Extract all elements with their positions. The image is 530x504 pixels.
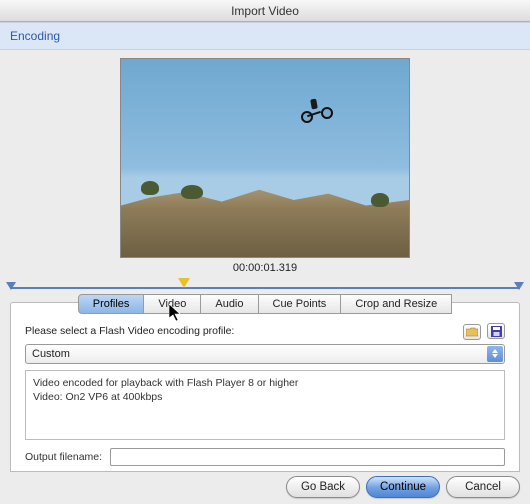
folder-open-icon[interactable] bbox=[463, 324, 481, 340]
output-filename-label: Output filename: bbox=[25, 451, 102, 463]
cancel-button[interactable]: Cancel bbox=[446, 476, 520, 498]
video-preview bbox=[120, 58, 410, 258]
tab-crop-resize[interactable]: Crop and Resize bbox=[341, 294, 452, 314]
go-back-button[interactable]: Go Back bbox=[286, 476, 360, 498]
dialog-footer: Go Back Continue Cancel bbox=[286, 476, 520, 498]
continue-button[interactable]: Continue bbox=[366, 476, 440, 498]
section-header: Encoding bbox=[0, 22, 530, 50]
window-titlebar: Import Video bbox=[0, 0, 530, 22]
timecode: 00:00:01.319 bbox=[233, 262, 297, 274]
dropdown-stepper-icon[interactable] bbox=[487, 346, 503, 362]
tab-video[interactable]: Video bbox=[144, 294, 201, 314]
section-label: Encoding bbox=[10, 29, 60, 43]
floppy-save-icon[interactable] bbox=[487, 323, 505, 339]
profile-selected: Custom bbox=[32, 348, 70, 360]
encoding-settings-panel: Profiles Video Audio Cue Points Crop and… bbox=[10, 302, 520, 472]
profile-select[interactable]: Custom bbox=[25, 344, 505, 364]
profile-description: Video encoded for playback with Flash Pl… bbox=[25, 370, 505, 440]
tab-profiles[interactable]: Profiles bbox=[78, 294, 145, 314]
video-preview-area: 00:00:01.319 bbox=[0, 50, 530, 276]
output-filename-field[interactable] bbox=[110, 448, 505, 466]
profile-prompt: Please select a Flash Video encoding pro… bbox=[25, 325, 234, 337]
playhead[interactable] bbox=[178, 278, 190, 288]
video-subject bbox=[303, 97, 333, 127]
tab-cue-points[interactable]: Cue Points bbox=[259, 294, 342, 314]
tab-audio[interactable]: Audio bbox=[201, 294, 258, 314]
window-title: Import Video bbox=[231, 4, 299, 18]
tab-bar: Profiles Video Audio Cue Points Crop and… bbox=[25, 294, 505, 314]
